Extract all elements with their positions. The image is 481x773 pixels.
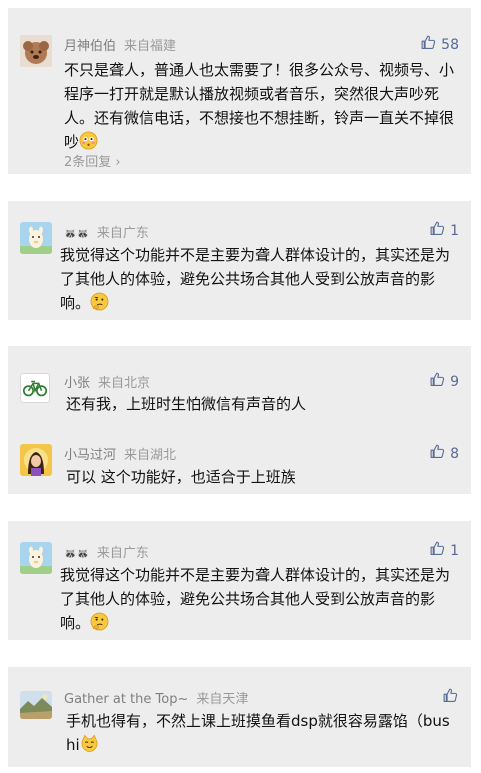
comment-text-content: 不只是聋人，普通人也太需要了！很多公众号、视频号、小程序一打开就是默认播放视频或…: [64, 61, 455, 151]
commenter-name[interactable]: 🦝🦝: [64, 549, 89, 560]
thumbs-up-icon: [429, 540, 446, 561]
landscape-avatar[interactable]: [20, 691, 52, 719]
comment-item: 小张 来自北京 9 还有我，上班时生怕微信有声音的人: [8, 346, 471, 420]
commenter-location: 来自广东: [96, 226, 149, 241]
commenter-location: 来自天津: [196, 692, 249, 707]
commenter-location: 来自湖北: [124, 448, 177, 463]
girl-avatar[interactable]: [20, 444, 52, 476]
commenter-name[interactable]: Gather at the Top~: [64, 692, 188, 707]
comment-meta: 小马过河 来自湖北: [64, 444, 176, 463]
commenter-location: 来自福建: [124, 39, 177, 54]
thinking-face-emoji: [90, 612, 109, 631]
like-count: 1: [450, 542, 459, 559]
alpaca-avatar[interactable]: [20, 542, 52, 574]
commenter-name[interactable]: 🦝🦝: [64, 229, 89, 240]
like-button[interactable]: [442, 687, 459, 708]
thumbs-up-icon: [442, 687, 459, 708]
comment-meta: 小张 来自北京: [64, 372, 150, 391]
like-button[interactable]: 9: [429, 371, 459, 392]
comment-item: 小马过河 来自湖北 8 可以 这个功能好，也适合于上班族: [8, 420, 471, 494]
comment-text: 手机也得有，不然上课上班摸鱼看dsp就很容易露馅（bushi: [66, 709, 458, 757]
dog-avatar[interactable]: [20, 35, 52, 67]
comment-text: 我觉得这个功能并不是主要为聋人群体设计的，其实还是为了其他人的体验，避免公共场合…: [60, 243, 460, 315]
comment-text: 还有我，上班时生怕微信有声音的人: [66, 392, 456, 416]
comment-text: 不只是聋人，普通人也太需要了！很多公众号、视频号、小程序一打开就是默认播放视频或…: [64, 58, 460, 154]
view-replies-link[interactable]: 2条回复 ›: [64, 151, 121, 170]
like-button[interactable]: 1: [429, 540, 459, 561]
thumbs-up-icon: [420, 34, 437, 55]
comment-meta: 🦝🦝 来自广东: [64, 542, 149, 561]
comment-card: 🦝🦝 来自广东 1 我觉得这个功能并不是主要为聋人群体设计的，其实还是为了其他人的…: [8, 201, 471, 320]
comment-meta: Gather at the Top~ 来自天津: [64, 688, 248, 707]
comment-card: Gather at the Top~ 来自天津 手机也得有，不然上课上班摸鱼看ds…: [8, 667, 471, 767]
like-button[interactable]: 8: [429, 443, 459, 464]
like-count: 1: [450, 222, 459, 239]
comment-text-content: 我觉得这个功能并不是主要为聋人群体设计的，其实还是为了其他人的体验，避免公共场合…: [60, 246, 451, 312]
alpaca-avatar[interactable]: [20, 222, 52, 254]
comment-text-content: 可以 这个功能好，也适合于上班族: [66, 468, 296, 486]
like-count: 9: [450, 373, 459, 390]
replies-label: 2条回复: [64, 155, 112, 170]
comment-meta: 月神伯伯 来自福建: [64, 35, 176, 54]
commenter-name[interactable]: 月神伯伯: [64, 39, 116, 54]
commenter-location: 来自北京: [98, 376, 151, 391]
like-count: 58: [441, 36, 459, 53]
comment-text-content: 手机也得有，不然上课上班摸鱼看dsp就很容易露馅（bushi: [66, 712, 450, 754]
bicycle-avatar[interactable]: [20, 373, 50, 403]
commenter-name[interactable]: 小张: [64, 376, 90, 391]
cat-face-emoji: [80, 734, 99, 753]
chevron-right-icon: ›: [111, 155, 121, 170]
like-count: 8: [450, 445, 459, 462]
comment-text-content: 我觉得这个功能并不是主要为聋人群体设计的，其实还是为了其他人的体验，避免公共场合…: [60, 566, 451, 632]
comment-text-content: 还有我，上班时生怕微信有声音的人: [66, 395, 307, 413]
thinking-face-emoji: [90, 292, 109, 311]
commenter-location: 来自广东: [96, 546, 149, 561]
like-button[interactable]: 1: [429, 220, 459, 241]
thumbs-up-icon: [429, 443, 446, 464]
thumbs-up-icon: [429, 220, 446, 241]
flushed-face-emoji: [79, 131, 98, 150]
thumbs-up-icon: [429, 371, 446, 392]
like-button[interactable]: 58: [420, 34, 459, 55]
comment-text: 可以 这个功能好，也适合于上班族: [66, 465, 456, 489]
comment-card: 小张 来自北京 9 还有我，上班时生怕微信有声音的人 小马过河 来自湖北 8 可以 …: [8, 346, 471, 494]
comment-text: 我觉得这个功能并不是主要为聋人群体设计的，其实还是为了其他人的体验，避免公共场合…: [60, 563, 460, 635]
commenter-name[interactable]: 小马过河: [64, 448, 116, 463]
comment-meta: 🦝🦝 来自广东: [64, 222, 149, 241]
comment-card: 月神伯伯 来自福建 58 不只是聋人，普通人也太需要了！很多公众号、视频号、小程序…: [8, 8, 471, 174]
comment-card: 🦝🦝 来自广东 1 我觉得这个功能并不是主要为聋人群体设计的，其实还是为了其他人的…: [8, 521, 471, 640]
